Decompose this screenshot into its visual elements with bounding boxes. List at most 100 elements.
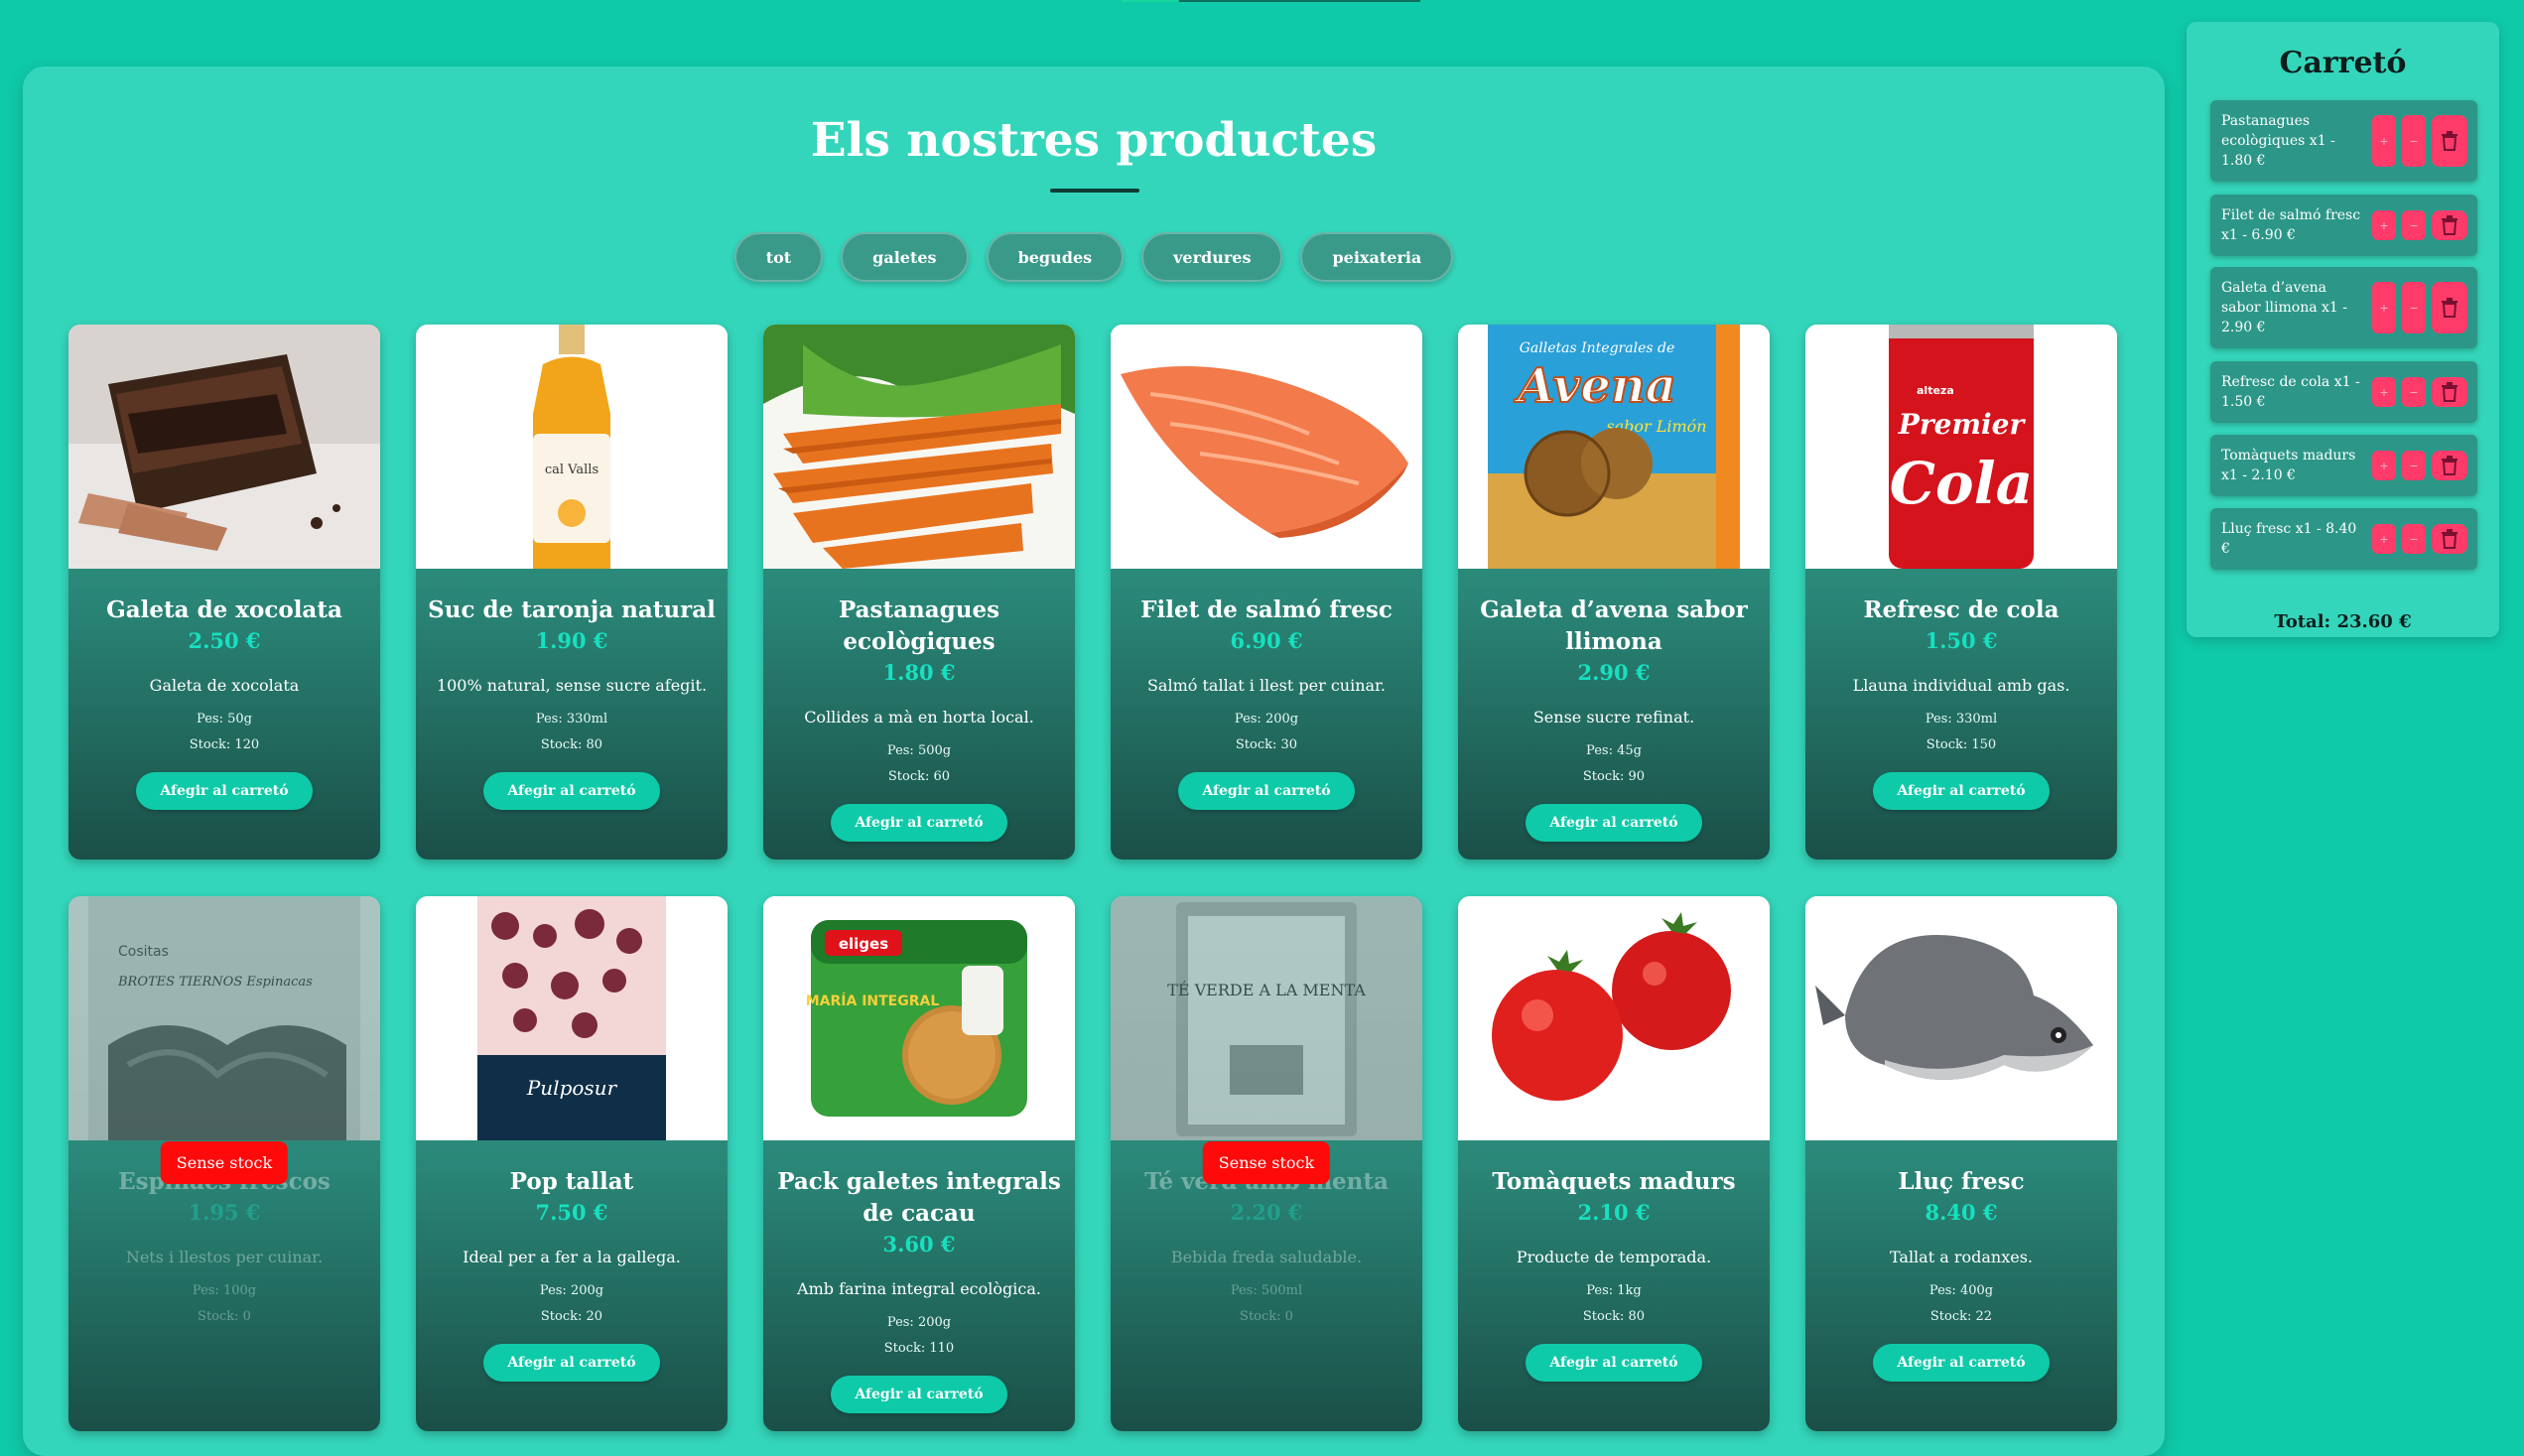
- cart-item-text: Filet de salmó fresc x1 - 6.90 €: [2221, 207, 2361, 243]
- filter-galetes[interactable]: galetes: [841, 232, 969, 282]
- remove-item-button[interactable]: [2432, 282, 2467, 333]
- filter-begudes[interactable]: begudes: [986, 232, 1125, 282]
- cola-brand-label: Premier: [1898, 408, 2027, 441]
- product-name: Galeta de xocolata: [106, 596, 342, 623]
- increase-quantity-button[interactable]: +: [2372, 377, 2396, 407]
- remove-item-button[interactable]: [2432, 115, 2467, 167]
- out-of-stock-badge: Sense stock: [1202, 1141, 1331, 1184]
- product-card: Pulposur Pop tallat 7.50 € Ideal per a f…: [416, 896, 728, 1431]
- product-card: Tomàquets madurs 2.10 € Producte de temp…: [1458, 896, 1770, 1431]
- product-name: Galeta d’avena sabor llimona: [1480, 596, 1748, 655]
- product-card: eliges MARÍA INTEGRAL Pack galetes integ…: [763, 896, 1075, 1431]
- increase-quantity-button[interactable]: +: [2372, 210, 2396, 240]
- decrease-quantity-button[interactable]: −: [2402, 210, 2426, 240]
- product-name: Lluç fresc: [1898, 1168, 2025, 1195]
- product-description: Nets i llestos per cuinar.: [125, 1248, 324, 1266]
- product-weight: Pes: 1kg: [1586, 1283, 1642, 1298]
- product-weight: Pes: 330ml: [1925, 712, 1998, 727]
- increase-quantity-button[interactable]: +: [2372, 115, 2396, 167]
- remove-item-button[interactable]: [2432, 451, 2467, 480]
- cart-item: Pastanagues ecològiques x1 - 1.80 € + −: [2210, 100, 2477, 182]
- decrease-quantity-button[interactable]: −: [2402, 282, 2426, 333]
- product-card: alteza Premier Cola Refresc de cola 1.50…: [1805, 325, 2117, 860]
- product-price: 2.20 €: [1230, 1200, 1303, 1225]
- add-to-cart-button[interactable]: Afegir al carretó: [831, 1376, 1007, 1413]
- trash-icon: [2442, 298, 2458, 318]
- product-stock: Stock: 110: [883, 1341, 955, 1356]
- decrease-quantity-button[interactable]: −: [2402, 524, 2426, 554]
- product-description: Tallat a rodanxes.: [1889, 1248, 2034, 1266]
- juice-brand-label: cal Valls: [545, 463, 598, 477]
- add-to-cart-button[interactable]: Afegir al carretó: [136, 772, 313, 810]
- product-image-integral-biscuits: eliges MARÍA INTEGRAL: [763, 896, 1075, 1140]
- product-price: 2.90 €: [1577, 660, 1651, 685]
- product-stock: Stock: 20: [540, 1309, 603, 1324]
- add-to-cart-button[interactable]: Afegir al carretó: [831, 804, 1007, 842]
- cola-top-label: alteza: [1917, 384, 1954, 397]
- decrease-quantity-button[interactable]: −: [2402, 451, 2426, 480]
- product-price: 1.95 €: [188, 1200, 261, 1225]
- product-stock: Stock: 60: [887, 769, 951, 784]
- add-to-cart-button[interactable]: Afegir al carretó: [1178, 772, 1355, 810]
- top-scrollbar-accent: [1122, 0, 1177, 2]
- product-price: 8.40 €: [1925, 1200, 1998, 1225]
- remove-item-button[interactable]: [2432, 524, 2467, 554]
- product-card: Lluç fresc 8.40 € Tallat a rodanxes. Pes…: [1805, 896, 2117, 1431]
- page-title: Els nostres productes: [810, 113, 1378, 168]
- trash-icon: [2442, 215, 2458, 235]
- product-price: 2.10 €: [1577, 1200, 1651, 1225]
- product-description: Amb farina integral ecològica.: [797, 1279, 1041, 1298]
- product-stock: Stock: 0: [198, 1309, 251, 1324]
- add-to-cart-button[interactable]: Afegir al carretó: [483, 1344, 660, 1382]
- top-scrollbar[interactable]: [1179, 0, 1420, 2]
- remove-item-button[interactable]: [2432, 210, 2467, 240]
- product-image-green-tea: TÉ VERDE A LA MENTA: [1111, 896, 1422, 1140]
- product-price: 1.90 €: [535, 628, 608, 653]
- product-stock: Stock: 22: [1929, 1309, 1993, 1324]
- increase-quantity-button[interactable]: +: [2372, 282, 2396, 333]
- product-stock: Stock: 150: [1926, 737, 1997, 752]
- product-name: Filet de salmó fresc: [1140, 596, 1393, 623]
- product-card: Galeta de xocolata 2.50 € Galeta de xoco…: [68, 325, 380, 860]
- decrease-quantity-button[interactable]: −: [2402, 115, 2426, 167]
- add-to-cart-button[interactable]: Afegir al carretó: [1873, 772, 2050, 810]
- product-price: 1.80 €: [882, 660, 956, 685]
- product-image-spinach: Cositas BROTES TIERNOS Espinacas: [68, 896, 380, 1140]
- product-card: Pastanagues ecològiques 1.80 € Collides …: [763, 325, 1075, 860]
- add-to-cart-button[interactable]: Afegir al carretó: [1873, 1344, 2050, 1382]
- product-description: Collides a mà en horta local.: [804, 708, 1034, 727]
- product-weight: Pes: 200g: [886, 1315, 952, 1330]
- cart-total: Total: 23.60 €: [2274, 611, 2412, 632]
- oat-brand-label: Avena: [1514, 358, 1676, 414]
- product-weight: Pes: 200g: [539, 1283, 604, 1298]
- increase-quantity-button[interactable]: +: [2372, 451, 2396, 480]
- product-stock: Stock: 90: [1582, 769, 1646, 784]
- filter-peixateria[interactable]: peixateria: [1300, 232, 1454, 282]
- add-to-cart-button[interactable]: Afegir al carretó: [1526, 804, 1702, 842]
- cart-item: Refresc de cola x1 - 1.50 € + −: [2210, 361, 2477, 423]
- increase-quantity-button[interactable]: +: [2372, 524, 2396, 554]
- decrease-quantity-button[interactable]: −: [2402, 377, 2426, 407]
- product-grid: Galeta de xocolata 2.50 € Galeta de xoco…: [68, 325, 2117, 1431]
- remove-item-button[interactable]: [2432, 377, 2467, 407]
- filter-tot[interactable]: tot: [733, 232, 824, 282]
- product-description: Sense sucre refinat.: [1532, 708, 1695, 727]
- product-stock: Stock: 120: [189, 737, 260, 752]
- product-description: Salmó tallat i llest per cuinar.: [1146, 676, 1387, 695]
- add-to-cart-button[interactable]: Afegir al carretó: [483, 772, 660, 810]
- filter-verdures[interactable]: verdures: [1141, 232, 1283, 282]
- add-to-cart-button[interactable]: Afegir al carretó: [1526, 1344, 1702, 1382]
- product-card: Galletas Integrales de Avena sabor Limón…: [1458, 325, 1770, 860]
- cart-item-text: Refresc de cola x1 - 1.50 €: [2221, 374, 2360, 410]
- cola-word-label: Cola: [1890, 450, 2033, 517]
- product-description: Ideal per a fer a la gallega.: [463, 1248, 681, 1266]
- trash-icon: [2442, 131, 2458, 151]
- product-description: Galeta de xocolata: [149, 676, 300, 695]
- product-name: Tomàquets madurs: [1492, 1168, 1736, 1195]
- spinach-brand-label: Cositas: [118, 944, 169, 960]
- product-price: 7.50 €: [535, 1200, 608, 1225]
- product-image-cola-can: alteza Premier Cola: [1805, 325, 2117, 569]
- tea-title-label: TÉ VERDE A LA MENTA: [1167, 980, 1366, 999]
- product-image-oat-cookies: Galletas Integrales de Avena sabor Limón: [1458, 325, 1770, 569]
- product-description: Bebida freda saludable.: [1170, 1248, 1363, 1266]
